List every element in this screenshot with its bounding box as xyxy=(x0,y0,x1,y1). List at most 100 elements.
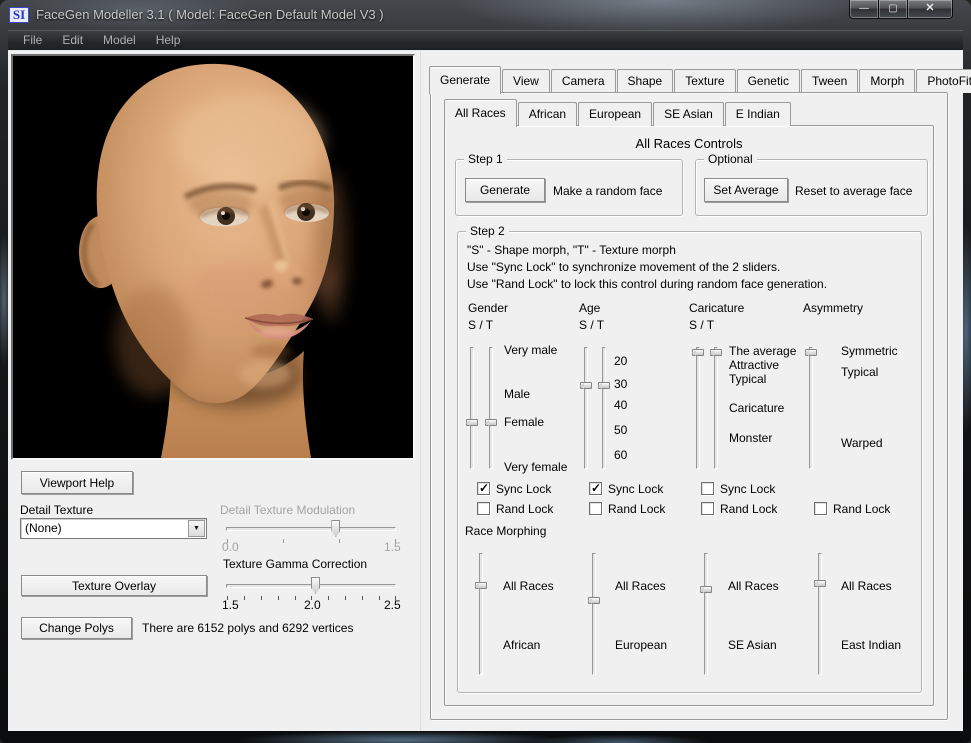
age-sync-lock-checkbox[interactable] xyxy=(589,482,602,495)
gender-header: Gender xyxy=(468,301,508,315)
3d-viewport[interactable] xyxy=(11,54,415,460)
race-african-slider-thumb[interactable] xyxy=(475,582,487,589)
caricature-shape-slider[interactable] xyxy=(696,347,700,469)
window-frame-bottom xyxy=(0,731,971,743)
tab-african[interactable]: African xyxy=(518,102,577,126)
gender-sync-lock-label: Sync Lock xyxy=(496,482,551,496)
age-label-30: 30 xyxy=(614,377,627,391)
asymmetry-slider[interactable] xyxy=(809,347,813,469)
caricature-sync-lock-checkbox[interactable] xyxy=(701,482,714,495)
detail-texture-value: (None) xyxy=(25,521,62,535)
asymmetry-rand-lock-label: Rand Lock xyxy=(833,502,890,516)
tab-genetic[interactable]: Genetic xyxy=(737,69,800,93)
caricature-shape-slider-thumb[interactable] xyxy=(692,349,704,356)
tab-camera[interactable]: Camera xyxy=(551,69,616,93)
age-shape-slider[interactable] xyxy=(584,347,588,469)
face-render xyxy=(13,56,413,458)
tab-se-asian[interactable]: SE Asian xyxy=(653,102,724,126)
gamma-slider-thumb[interactable] xyxy=(311,577,320,594)
texture-overlay-button[interactable]: Texture Overlay xyxy=(21,575,207,596)
step2-line2: Use "Sync Lock" to synchronize movement … xyxy=(467,260,780,274)
minimize-button[interactable]: — xyxy=(849,0,879,19)
tab-generate[interactable]: Generate xyxy=(429,66,501,94)
age-header: Age xyxy=(579,301,600,315)
gender-sync-lock-checkbox[interactable] xyxy=(477,482,490,495)
age-rand-lock-checkbox[interactable] xyxy=(589,502,602,515)
tab-all-races[interactable]: All Races xyxy=(444,99,517,127)
change-polys-button[interactable]: Change Polys xyxy=(21,617,132,639)
age-label-20: 20 xyxy=(614,354,627,368)
main-tab-bar: Generate View Camera Shape Texture Genet… xyxy=(429,65,971,93)
menu-edit[interactable]: Edit xyxy=(52,30,93,50)
race-se-asian-top-label: All Races xyxy=(728,579,779,593)
menu-bar: File Edit Model Help xyxy=(8,30,963,50)
asymmetry-label-warped: Warped xyxy=(841,436,883,450)
caricature-rand-lock-checkbox[interactable] xyxy=(701,502,714,515)
age-shape-slider-thumb[interactable] xyxy=(580,382,592,389)
caricature-rand-lock-label: Rand Lock xyxy=(720,502,777,516)
title-bar[interactable]: SI FaceGen Modeller 3.1 ( Model: FaceGen… xyxy=(0,0,971,30)
window-controls: — ▢ ✕ xyxy=(850,0,953,19)
gender-texture-slider[interactable] xyxy=(489,347,493,469)
generate-button[interactable]: Generate xyxy=(465,178,545,202)
caricature-texture-slider-thumb[interactable] xyxy=(710,349,722,356)
race-se-asian-slider-thumb[interactable] xyxy=(700,586,712,593)
race-east-indian-slider[interactable] xyxy=(818,553,822,675)
gamma-label: Texture Gamma Correction xyxy=(223,557,367,571)
gender-st-label: S / T xyxy=(468,318,493,332)
step1-description: Make a random face xyxy=(553,184,662,198)
gender-shape-slider-thumb[interactable] xyxy=(466,419,478,426)
optional-caption: Optional xyxy=(704,152,757,166)
tab-european[interactable]: European xyxy=(578,102,652,126)
age-label-60: 60 xyxy=(614,448,627,462)
tab-texture[interactable]: Texture xyxy=(674,69,735,93)
race-european-slider-thumb[interactable] xyxy=(588,597,600,604)
race-se-asian-slider[interactable] xyxy=(704,553,708,675)
caricature-texture-slider[interactable] xyxy=(714,347,718,469)
viewport-help-button[interactable]: Viewport Help xyxy=(21,471,133,494)
gender-rand-lock-label: Rand Lock xyxy=(496,502,553,516)
race-african-slider[interactable] xyxy=(479,553,483,675)
gamma-max-label: 2.5 xyxy=(384,598,401,612)
gender-rand-lock-checkbox[interactable] xyxy=(477,502,490,515)
step1-group: Step 1 Generate Make a random face xyxy=(455,159,683,216)
asymmetry-rand-lock-checkbox[interactable] xyxy=(814,502,827,515)
client-area: Viewport Help Detail Texture (None) ▼ De… xyxy=(8,50,963,731)
age-texture-slider-thumb[interactable] xyxy=(598,382,610,389)
caricature-label-typical: Typical xyxy=(729,372,766,386)
tab-tween[interactable]: Tween xyxy=(801,69,858,93)
caricature-st-label: S / T xyxy=(689,318,714,332)
maximize-button[interactable]: ▢ xyxy=(878,0,908,19)
menu-model[interactable]: Model xyxy=(93,30,146,50)
age-sync-lock-label: Sync Lock xyxy=(608,482,663,496)
poly-status-text: There are 6152 polys and 6292 vertices xyxy=(142,621,353,635)
race-european-slider[interactable] xyxy=(592,553,596,675)
race-european-bottom-label: European xyxy=(615,638,667,652)
race-african-top-label: All Races xyxy=(503,579,554,593)
modulation-min-label: 0.0 xyxy=(222,540,239,554)
tab-view[interactable]: View xyxy=(502,69,550,93)
menu-file[interactable]: File xyxy=(13,30,52,50)
detail-texture-dropdown[interactable]: (None) ▼ xyxy=(20,518,207,539)
modulation-label: Detail Texture Modulation xyxy=(220,503,355,517)
race-se-asian-bottom-label: SE Asian xyxy=(728,638,777,652)
close-button[interactable]: ✕ xyxy=(907,0,953,19)
tab-photofit[interactable]: PhotoFit xyxy=(916,69,971,93)
tab-e-indian[interactable]: E Indian xyxy=(725,102,791,126)
modulation-slider[interactable] xyxy=(226,519,396,549)
race-east-indian-bottom-label: East Indian xyxy=(841,638,901,652)
modulation-slider-track[interactable] xyxy=(226,527,396,531)
asymmetry-slider-thumb[interactable] xyxy=(805,349,817,356)
race-east-indian-slider-thumb[interactable] xyxy=(814,580,826,587)
tab-shape[interactable]: Shape xyxy=(617,69,674,93)
tab-morph[interactable]: Morph xyxy=(859,69,915,93)
gender-shape-slider[interactable] xyxy=(470,347,474,469)
set-average-button[interactable]: Set Average xyxy=(704,178,788,202)
dropdown-arrow-icon[interactable]: ▼ xyxy=(188,520,205,537)
gender-texture-slider-thumb[interactable] xyxy=(485,419,497,426)
menu-help[interactable]: Help xyxy=(146,30,191,50)
age-rand-lock-label: Rand Lock xyxy=(608,502,665,516)
modulation-slider-thumb[interactable] xyxy=(331,520,340,537)
caricature-header: Caricature xyxy=(689,301,744,315)
age-texture-slider[interactable] xyxy=(602,347,606,469)
